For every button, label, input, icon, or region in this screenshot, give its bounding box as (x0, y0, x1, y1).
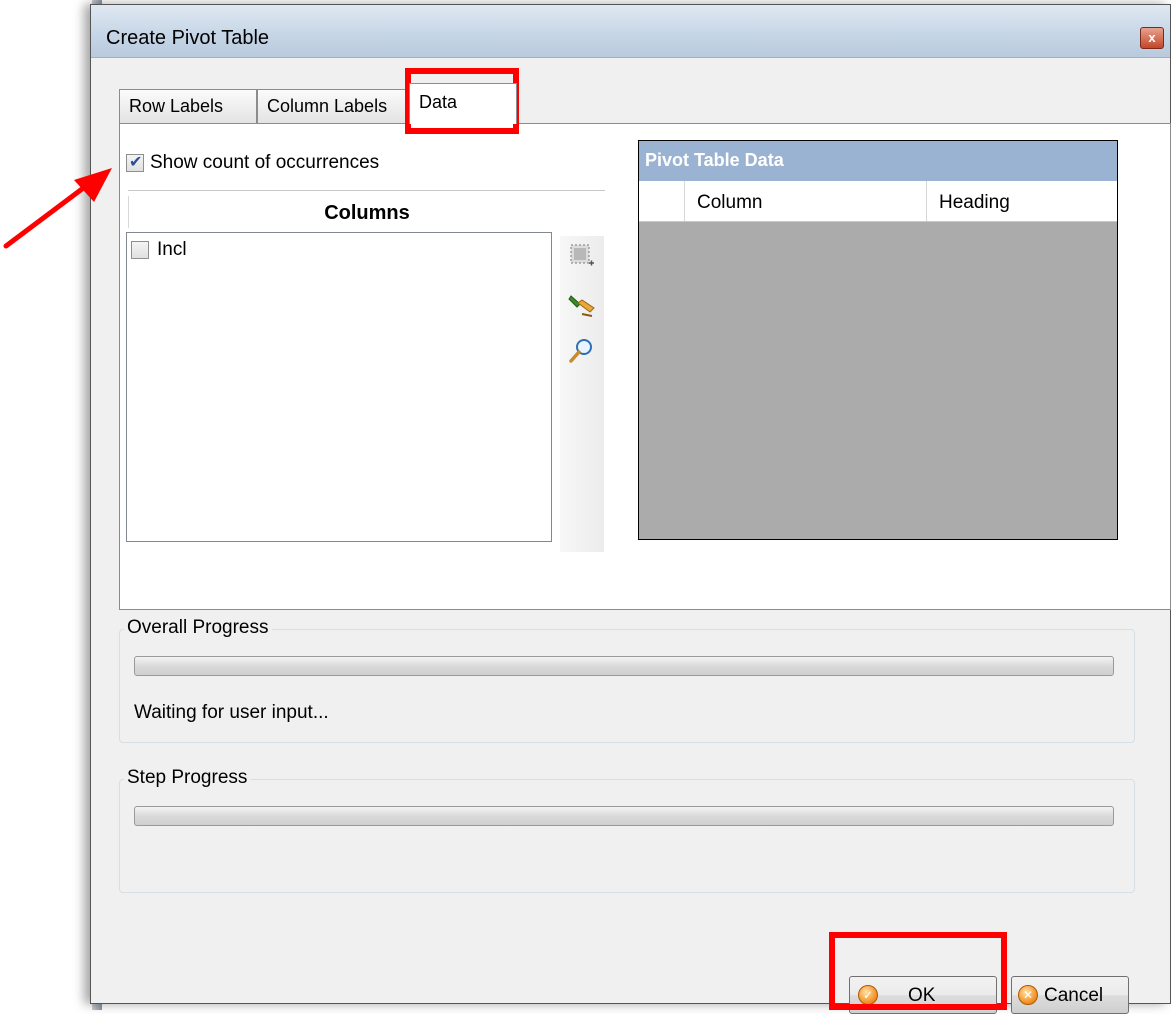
tab-data[interactable]: Data (409, 83, 517, 124)
brush-icon[interactable] (568, 290, 596, 318)
overall-progress-title: Overall Progress (124, 617, 272, 639)
data-tab-panel: Show count of occurrences Columns Incl (119, 123, 1171, 610)
overall-progress-group: Overall Progress Waiting for user input.… (119, 617, 1135, 743)
status-text: Waiting for user input... (134, 702, 329, 723)
annotation-arrow-icon (3, 168, 112, 249)
column-header-heading[interactable]: Heading (927, 181, 1117, 221)
close-button[interactable]: x (1140, 27, 1164, 49)
show-count-checkbox-row[interactable]: Show count of occurrences (126, 152, 379, 174)
window-title: Create Pivot Table (106, 27, 270, 49)
create-pivot-table-dialog: Create Pivot Table x Row Labels Column L… (90, 4, 1171, 1014)
columns-list[interactable]: Incl (126, 232, 552, 542)
background-area (0, 0, 92, 1010)
list-item-label: Incl (157, 239, 187, 260)
step-progress-bar (134, 806, 1114, 826)
overall-progress-bar (134, 656, 1114, 676)
tab-row-labels[interactable]: Row Labels (119, 89, 257, 123)
step-progress-group: Step Progress (119, 767, 1135, 893)
show-count-label: Show count of occurrences (150, 152, 380, 173)
pivot-grid-header-row: Column Heading (639, 181, 1117, 222)
show-count-checkbox[interactable] (126, 152, 144, 172)
magnifier-icon[interactable] (568, 336, 596, 364)
row-header-cell (639, 181, 685, 221)
list-item[interactable]: Incl (131, 239, 187, 261)
pivot-table-data-grid[interactable]: Pivot Table Data Column Heading (638, 140, 1118, 540)
title-bar[interactable]: Create Pivot Table x (91, 5, 1170, 58)
cancel-button-label: Cancel (1044, 985, 1104, 1006)
columns-header: Columns (128, 196, 605, 228)
select-all-icon[interactable] (568, 242, 596, 270)
pivot-grid-caption: Pivot Table Data (639, 141, 1117, 181)
incl-checkbox[interactable] (131, 241, 149, 259)
dialog-client-area: Row Labels Column Labels Data Show count… (103, 63, 1171, 1014)
cancel-icon: ✕ (1018, 985, 1038, 1005)
tab-column-labels[interactable]: Column Labels (257, 89, 409, 123)
columns-separator (128, 190, 605, 191)
column-header-column[interactable]: Column (685, 181, 927, 221)
columns-toolbar (560, 236, 604, 552)
step-progress-title: Step Progress (124, 767, 251, 789)
annotation-highlight-ok-button (829, 932, 1007, 1010)
cancel-button[interactable]: ✕ Cancel (1011, 976, 1129, 1014)
